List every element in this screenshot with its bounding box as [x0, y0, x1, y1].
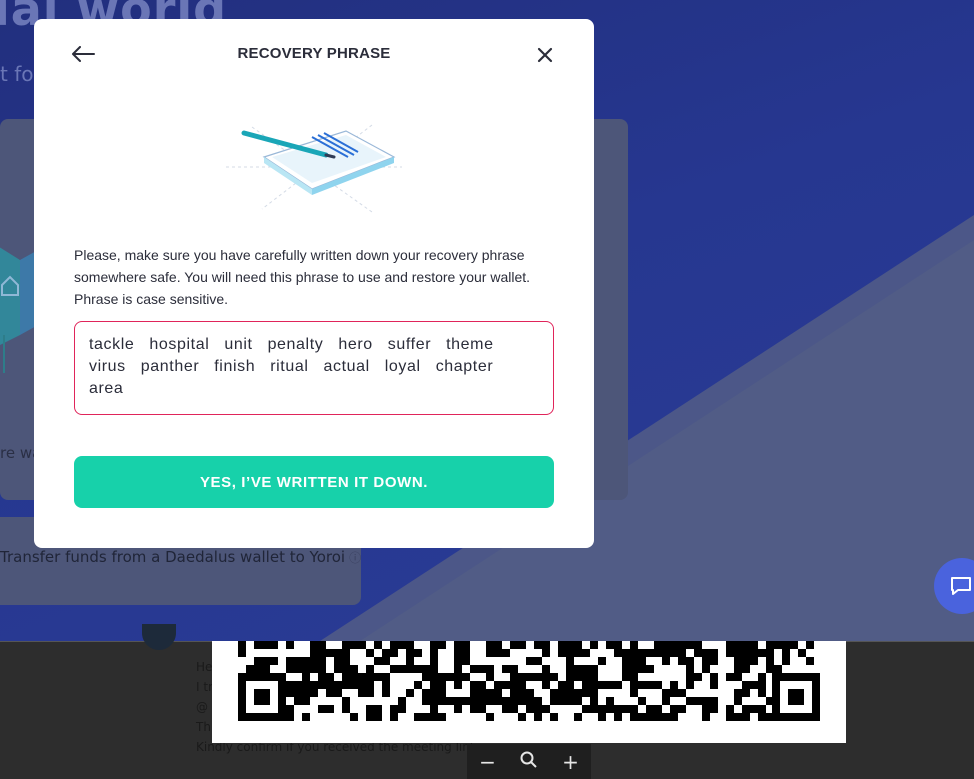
- hero-subtitle: t fo: [0, 62, 34, 86]
- instructions-text: Please, make sure you have carefully wri…: [74, 247, 531, 307]
- chat-bubble-icon: [951, 577, 971, 595]
- house-illustration-icon: [0, 247, 38, 373]
- dialog-title: RECOVERY PHRASE: [237, 45, 391, 62]
- phrase-word: suffer: [387, 336, 432, 353]
- phrase-word: area: [89, 380, 124, 397]
- recovery-phrase-words: tackle hospital unit penalty hero suffer…: [89, 334, 509, 400]
- close-icon: [537, 47, 553, 63]
- zoom-out-button[interactable]: −: [479, 752, 496, 772]
- phrase-word: finish: [214, 358, 256, 375]
- phrase-word: panther: [140, 358, 200, 375]
- close-button[interactable]: [535, 45, 555, 65]
- notebook-with-pen-illustration: [226, 124, 402, 213]
- chat-message: Th: [196, 720, 211, 734]
- phrase-word: actual: [323, 358, 370, 375]
- info-circle-icon: ⓘ: [349, 551, 362, 565]
- phrase-word: theme: [446, 336, 494, 353]
- phrase-word: virus: [89, 358, 126, 375]
- confirm-written-down-button[interactable]: YES, I’VE WRITTEN IT DOWN.: [74, 456, 554, 508]
- phrase-word: penalty: [267, 336, 324, 353]
- phrase-word: loyal: [384, 358, 421, 375]
- phrase-word: unit: [224, 336, 253, 353]
- phrase-word: hospital: [149, 336, 210, 353]
- phrase-word: chapter: [435, 358, 494, 375]
- recovery-phrase-box: tackle hospital unit penalty hero suffer…: [74, 321, 554, 415]
- zoom-controls: − +: [467, 744, 591, 779]
- phrase-word: tackle: [89, 336, 135, 353]
- qr-code-image: [212, 641, 846, 743]
- phrase-word: ritual: [270, 358, 309, 375]
- zoom-in-button[interactable]: +: [562, 752, 579, 772]
- transfer-link-label: Transfer funds from a Daedalus wallet to…: [0, 548, 346, 566]
- chat-message: @: [196, 700, 208, 714]
- magnifier-icon[interactable]: [520, 751, 538, 772]
- chat-message: He: [196, 660, 213, 674]
- recovery-phrase-dialog: RECOVERY PHRASE Please, make sure you ha…: [34, 19, 594, 548]
- chat-message: I tr: [196, 680, 213, 694]
- phrase-word: hero: [338, 336, 373, 353]
- transfer-link[interactable]: Transfer funds from a Daedalus wallet to…: [0, 548, 361, 566]
